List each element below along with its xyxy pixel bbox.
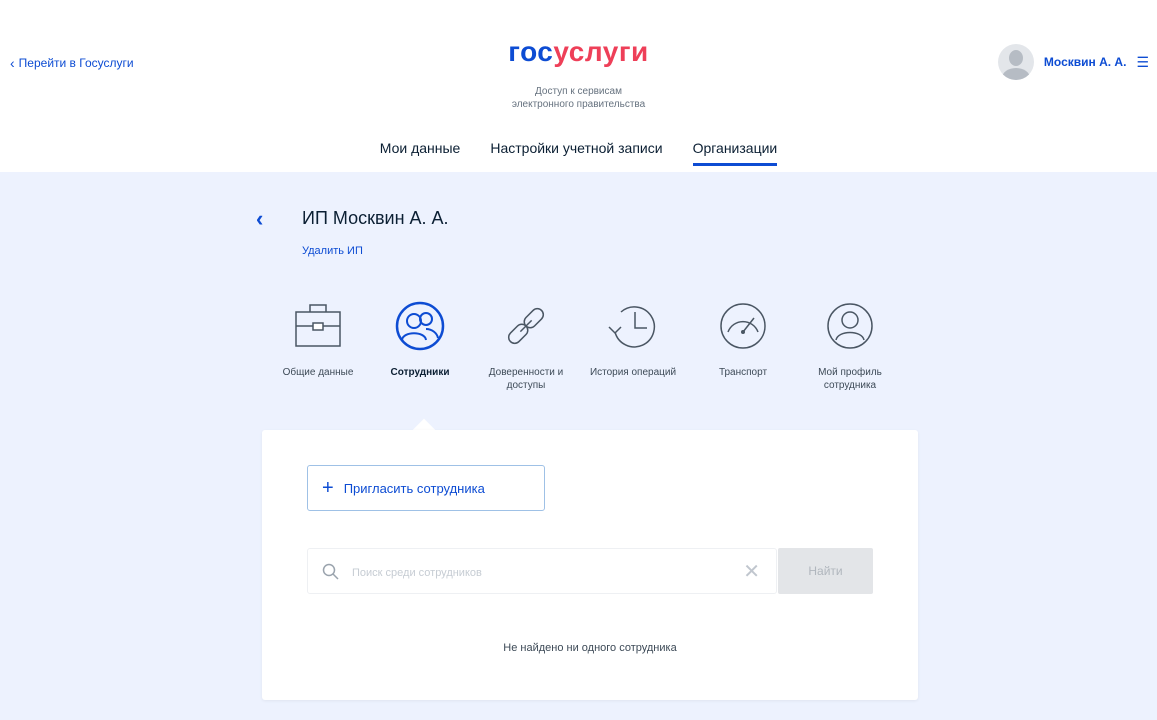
back-arrow-icon[interactable]: ‹ xyxy=(256,206,263,232)
main-content: ‹ ИП Москвин А. А. Удалить ИП Общие данн… xyxy=(0,172,1157,720)
chain-link-icon xyxy=(507,307,545,345)
category-label: Доверенности и доступы xyxy=(488,367,564,391)
logo-part-gos: гос xyxy=(508,36,554,67)
profile-icon xyxy=(827,303,873,349)
header: ‹ Перейти в Госуслуги госуслуги Доступ к… xyxy=(0,0,1157,172)
tagline: Доступ к сервисам электронного правитель… xyxy=(0,85,1157,111)
close-icon[interactable]: ✕ xyxy=(743,562,760,582)
tagline-line-2: электронного правительства xyxy=(511,99,646,110)
find-button[interactable]: Найти xyxy=(778,548,873,594)
tab-organizations[interactable]: Организации xyxy=(692,140,777,166)
avatar[interactable] xyxy=(997,44,1034,80)
category-label: Мой профиль сотрудника xyxy=(818,367,882,391)
category-label: История операций xyxy=(589,367,677,378)
avatar-head xyxy=(1008,50,1023,66)
logo-part-uslugi: услуги xyxy=(553,36,649,67)
category-operations-history[interactable]: История операций xyxy=(583,296,683,379)
tab-account-settings[interactable]: Настройки учетной записи xyxy=(490,140,662,166)
empty-state-message: Не найдено ни одного сотрудника xyxy=(503,642,677,654)
invite-button-label: Пригласить сотрудника xyxy=(343,480,485,496)
search-input[interactable] xyxy=(350,561,724,585)
briefcase-icon xyxy=(295,304,341,347)
category-employees[interactable]: Сотрудники xyxy=(370,296,470,379)
employees-icon xyxy=(395,301,445,351)
category-label: Сотрудники xyxy=(390,367,450,378)
user-name[interactable]: Москвин А. А. xyxy=(1044,55,1127,69)
profile-tabs: Мои данные Настройки учетной записи Орга… xyxy=(0,140,1157,166)
avatar-body xyxy=(1001,68,1030,80)
history-icon xyxy=(608,306,656,348)
tagline-line-1: Доступ к сервисам xyxy=(535,86,622,97)
plus-icon: + xyxy=(322,477,334,499)
page-title: ИП Москвин А. А. xyxy=(302,208,449,228)
invite-employee-button[interactable]: + Пригласить сотрудника xyxy=(307,465,545,511)
category-transport[interactable]: Транспорт xyxy=(693,296,793,379)
search-box: ✕ xyxy=(307,548,777,594)
logo[interactable]: госуслуги xyxy=(0,36,1157,68)
category-powers-of-attorney[interactable]: Доверенности и доступы xyxy=(476,296,576,392)
employees-panel: + Пригласить сотрудника ✕ Найти Не найде… xyxy=(262,430,918,700)
category-label: Транспорт xyxy=(718,367,768,378)
search-icon xyxy=(322,563,339,580)
menu-icon[interactable]: ☰ xyxy=(1136,54,1149,71)
category-label: Общие данные xyxy=(282,367,354,378)
speedometer-icon xyxy=(720,303,766,349)
category-my-employee-profile[interactable]: Мой профиль сотрудника xyxy=(800,296,900,392)
category-general-data[interactable]: Общие данные xyxy=(268,296,368,379)
user-menu[interactable]: Москвин А. А. ☰ xyxy=(997,44,1149,80)
tab-my-data[interactable]: Мои данные xyxy=(380,140,461,166)
category-nav: Общие данные Сотрудники Доверенности и д… xyxy=(268,296,908,406)
delete-ip-link[interactable]: Удалить ИП xyxy=(302,245,363,257)
